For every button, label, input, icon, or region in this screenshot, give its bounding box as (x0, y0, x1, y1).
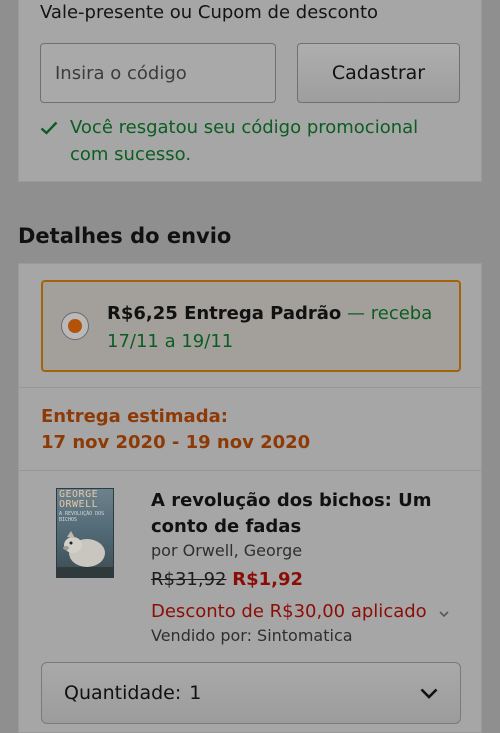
divider (19, 470, 481, 471)
radio-selected-dot (68, 319, 82, 333)
quantity-value: 1 (189, 682, 202, 704)
cover-author: GEORGE ORWELL (59, 490, 113, 510)
item-old-price: R$31,92 (151, 569, 227, 590)
check-icon (40, 114, 70, 168)
chevron-down-icon (420, 682, 438, 704)
cover-title: A REVOLUÇÃO DOS BICHOS (59, 511, 105, 523)
register-button[interactable]: Cadastrar (297, 43, 460, 103)
item-seller: Vendido por: Sintomatica (151, 626, 353, 645)
shipping-option-standard[interactable]: R$6,25 Entrega Padrão — receba 17/11 a 1… (41, 280, 461, 372)
shipping-option-price: R$6,25 Entrega Padrão (107, 303, 342, 324)
item-author: por Orwell, George (151, 541, 303, 560)
item-title[interactable]: A revolução dos bichos: Um conto de fada… (151, 488, 471, 540)
shipping-card: R$6,25 Entrega Padrão — receba 17/11 a 1… (18, 263, 482, 733)
cover-author-line2: ORWELL (59, 499, 99, 510)
item-prices: R$31,92 R$1,92 (151, 569, 303, 590)
shipping-option-text: R$6,25 Entrega Padrão — receba 17/11 a 1… (107, 300, 447, 356)
estimated-delivery-range: 17 nov 2020 - 19 nov 2020 (41, 432, 311, 453)
discount-applied-toggle[interactable]: Desconto de R$30,00 aplicado (151, 600, 449, 623)
coupon-card: Vale-presente ou Cupom de desconto Cadas… (18, 0, 482, 182)
book-cover-image[interactable]: GEORGE ORWELL A REVOLUÇÃO DOS BICHOS (56, 488, 114, 578)
coupon-code-input[interactable] (40, 43, 276, 103)
pig-illustration (57, 531, 113, 577)
coupon-title: Vale-presente ou Cupom de desconto (40, 2, 379, 23)
estimated-delivery-label: Entrega estimada: (41, 406, 228, 427)
shipping-option-radio[interactable] (61, 312, 89, 340)
estimated-delivery: Entrega estimada: 17 nov 2020 - 19 nov 2… (41, 404, 310, 456)
discount-text: Desconto de R$30,00 aplicado (151, 601, 427, 622)
divider (19, 387, 481, 388)
item-new-price: R$1,92 (232, 569, 304, 590)
success-text: Você resgatou seu código promocional com… (70, 117, 419, 165)
quantity-label: Quantidade: (64, 682, 182, 704)
shipping-section-title: Detalhes do envio (18, 224, 232, 248)
coupon-success-message: Você resgatou seu código promocional com… (40, 114, 460, 168)
chevron-down-icon (439, 602, 449, 623)
